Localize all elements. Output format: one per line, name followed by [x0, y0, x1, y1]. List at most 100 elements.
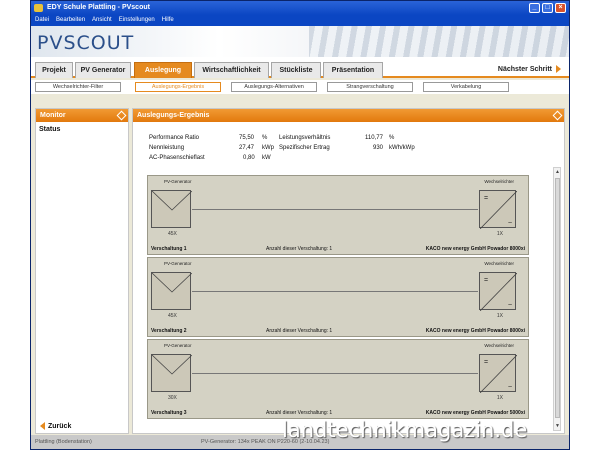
perf-value: 75,50	[239, 135, 255, 141]
circuit-name: Verschaltung 1	[151, 246, 187, 252]
menu-einstellungen[interactable]: Einstellungen	[119, 15, 155, 26]
circuit-count: Anzahl dieser Verschaltung: 1	[266, 328, 333, 334]
arrow-right-icon	[556, 65, 561, 73]
nenn-label: Nennleistung	[149, 145, 185, 151]
nenn-unit: kWp	[262, 145, 274, 151]
minimize-icon[interactable]: _	[529, 3, 540, 13]
inverter-icon: = ~	[479, 272, 517, 311]
monitor-header: Monitor	[36, 109, 128, 122]
ac-label: AC-Phasenschieflast	[149, 155, 205, 161]
inverter-count: 1X	[496, 395, 503, 401]
perf-label: Performance Ratio	[149, 135, 200, 141]
back-button[interactable]: Zurück	[40, 422, 71, 430]
module-count: 45X	[168, 231, 177, 237]
subtab-strangverschaltung[interactable]: Strangverschaltung	[327, 82, 413, 92]
circuit-inverter: KACO new energy GmbH Powador 8000xi	[425, 246, 525, 252]
se-label: Spezifischer Ertrag	[279, 145, 330, 151]
back-label: Zurück	[48, 422, 72, 430]
circuit-card[interactable]: PV-Generator Wechselrichter = ~ 45X 1X Ve…	[147, 257, 529, 337]
tab-auslegung[interactable]: Auslegung	[134, 62, 192, 78]
inverter-icon: = ~	[479, 354, 517, 393]
sub-tabs: Wechselrichter-Filter Auslegungs-Ergebni…	[31, 80, 569, 94]
svg-text:~: ~	[508, 384, 512, 391]
inverter-label: Wechselrichter	[484, 261, 514, 266]
close-icon[interactable]: ×	[555, 3, 566, 13]
tab-stueckliste[interactable]: Stückliste	[271, 62, 321, 78]
inverter-count: 1X	[496, 313, 503, 319]
pin-icon[interactable]	[116, 110, 127, 121]
pin-icon[interactable]	[552, 110, 563, 121]
menu-datei[interactable]: Datei	[35, 15, 49, 26]
connection-line	[192, 291, 478, 292]
tab-projekt[interactable]: Projekt	[35, 62, 73, 78]
menu-hilfe[interactable]: Hilfe	[162, 15, 174, 26]
subtab-wechselrichter-filter[interactable]: Wechselrichter-Filter	[35, 82, 121, 92]
title-bar[interactable]: EDY Schule Plattling - PVscout _ □ ×	[31, 1, 569, 15]
circuit-inverter: KACO new energy GmbH Powador 5000xi	[425, 410, 525, 416]
perf-unit: %	[262, 135, 268, 141]
lv-unit: %	[389, 135, 395, 141]
pv-generator-label: PV-Generator	[164, 261, 192, 266]
svg-text:=: =	[484, 277, 488, 284]
svg-text:=: =	[484, 195, 488, 202]
se-unit: kWh/kWp	[389, 145, 415, 151]
monitor-panel: Monitor Status Zurück	[35, 108, 129, 434]
menu-bar: Datei Bearbeiten Ansicht Einstellungen H…	[31, 15, 569, 26]
window-controls: _ □ ×	[529, 3, 566, 13]
pv-generator-label: PV-Generator	[164, 343, 192, 348]
svg-text:~: ~	[508, 302, 512, 309]
banner: PVSCOUT	[31, 26, 569, 57]
next-step-button[interactable]: Nächster Schritt	[498, 65, 561, 73]
scroll-down-icon[interactable]: ▼	[555, 423, 560, 429]
scroll-thumb[interactable]	[555, 178, 560, 418]
metric-row: Performance Ratio 75,50 % Leistungsverhä…	[149, 135, 449, 145]
ac-unit: kW	[262, 155, 271, 161]
circuit-card[interactable]: PV-Generator Wechselrichter = ~ 45X 1X Ve…	[147, 175, 529, 255]
metric-row: Nennleistung 27,47 kWp Spezifischer Ertr…	[149, 145, 449, 155]
inverter-label: Wechselrichter	[484, 179, 514, 184]
connection-line	[192, 209, 478, 210]
svg-text:=: =	[484, 359, 488, 366]
inverter-count: 1X	[496, 231, 503, 237]
pv-module-icon	[151, 190, 192, 228]
result-panel: Auslegungs-Ergebnis Performance Ratio 75…	[132, 108, 565, 434]
connection-line	[192, 373, 478, 374]
menu-ansicht[interactable]: Ansicht	[92, 15, 112, 26]
inverter-icon: = ~	[479, 190, 517, 229]
status-location: Plattling (Bodenstation)	[35, 439, 92, 445]
circuit-count: Anzahl dieser Verschaltung: 1	[266, 246, 333, 252]
se-value: 930	[373, 145, 384, 151]
result-title: Auslegungs-Ergebnis	[137, 112, 210, 119]
scroll-up-icon[interactable]: ▲	[555, 169, 560, 175]
circuit-count: Anzahl dieser Verschaltung: 1	[266, 410, 333, 416]
module-count: 30X	[168, 395, 177, 401]
tab-pv-generator[interactable]: PV Generator	[75, 62, 131, 78]
module-count: 45X	[168, 313, 177, 319]
tab-wirtschaftlichkeit[interactable]: Wirtschaftlichkeit	[194, 62, 269, 78]
window-title: EDY Schule Plattling - PVscout	[47, 4, 150, 11]
menu-bearbeiten[interactable]: Bearbeiten	[56, 15, 85, 26]
circuit-name: Verschaltung 2	[151, 328, 187, 334]
circuit-inverter: KACO new energy GmbH Powador 8000xi	[425, 328, 525, 334]
lv-value: 110,77	[365, 135, 383, 141]
subtab-auslegungs-alternativen[interactable]: Auslegungs-Alternativen	[231, 82, 317, 92]
circuit-name: Verschaltung 3	[151, 410, 187, 416]
banner-graphic	[309, 26, 569, 57]
subtab-verkabelung[interactable]: Verkabelung	[423, 82, 509, 92]
ac-value: 0,80	[243, 155, 255, 161]
pv-generator-label: PV-Generator	[164, 179, 192, 184]
app-window: EDY Schule Plattling - PVscout _ □ × Dat…	[30, 0, 570, 450]
pv-module-icon	[151, 272, 192, 310]
vertical-scrollbar[interactable]: ▲ ▼	[553, 167, 561, 431]
subtab-auslegungs-ergebnis[interactable]: Auslegungs-Ergebnis	[135, 82, 221, 92]
arrow-left-icon	[40, 422, 45, 430]
next-step-label: Nächster Schritt	[497, 65, 552, 73]
tab-praesentation[interactable]: Präsentation	[323, 62, 383, 78]
pv-module-icon	[151, 354, 192, 392]
watermark-text: landtechnikmagazin.de	[282, 418, 528, 442]
circuit-card[interactable]: PV-Generator Wechselrichter = ~ 30X 1X Ve…	[147, 339, 529, 419]
lv-label: Leistungsverhältnis	[279, 135, 331, 141]
svg-text:~: ~	[508, 220, 512, 227]
maximize-icon[interactable]: □	[542, 3, 553, 13]
inverter-label: Wechselrichter	[484, 343, 514, 348]
